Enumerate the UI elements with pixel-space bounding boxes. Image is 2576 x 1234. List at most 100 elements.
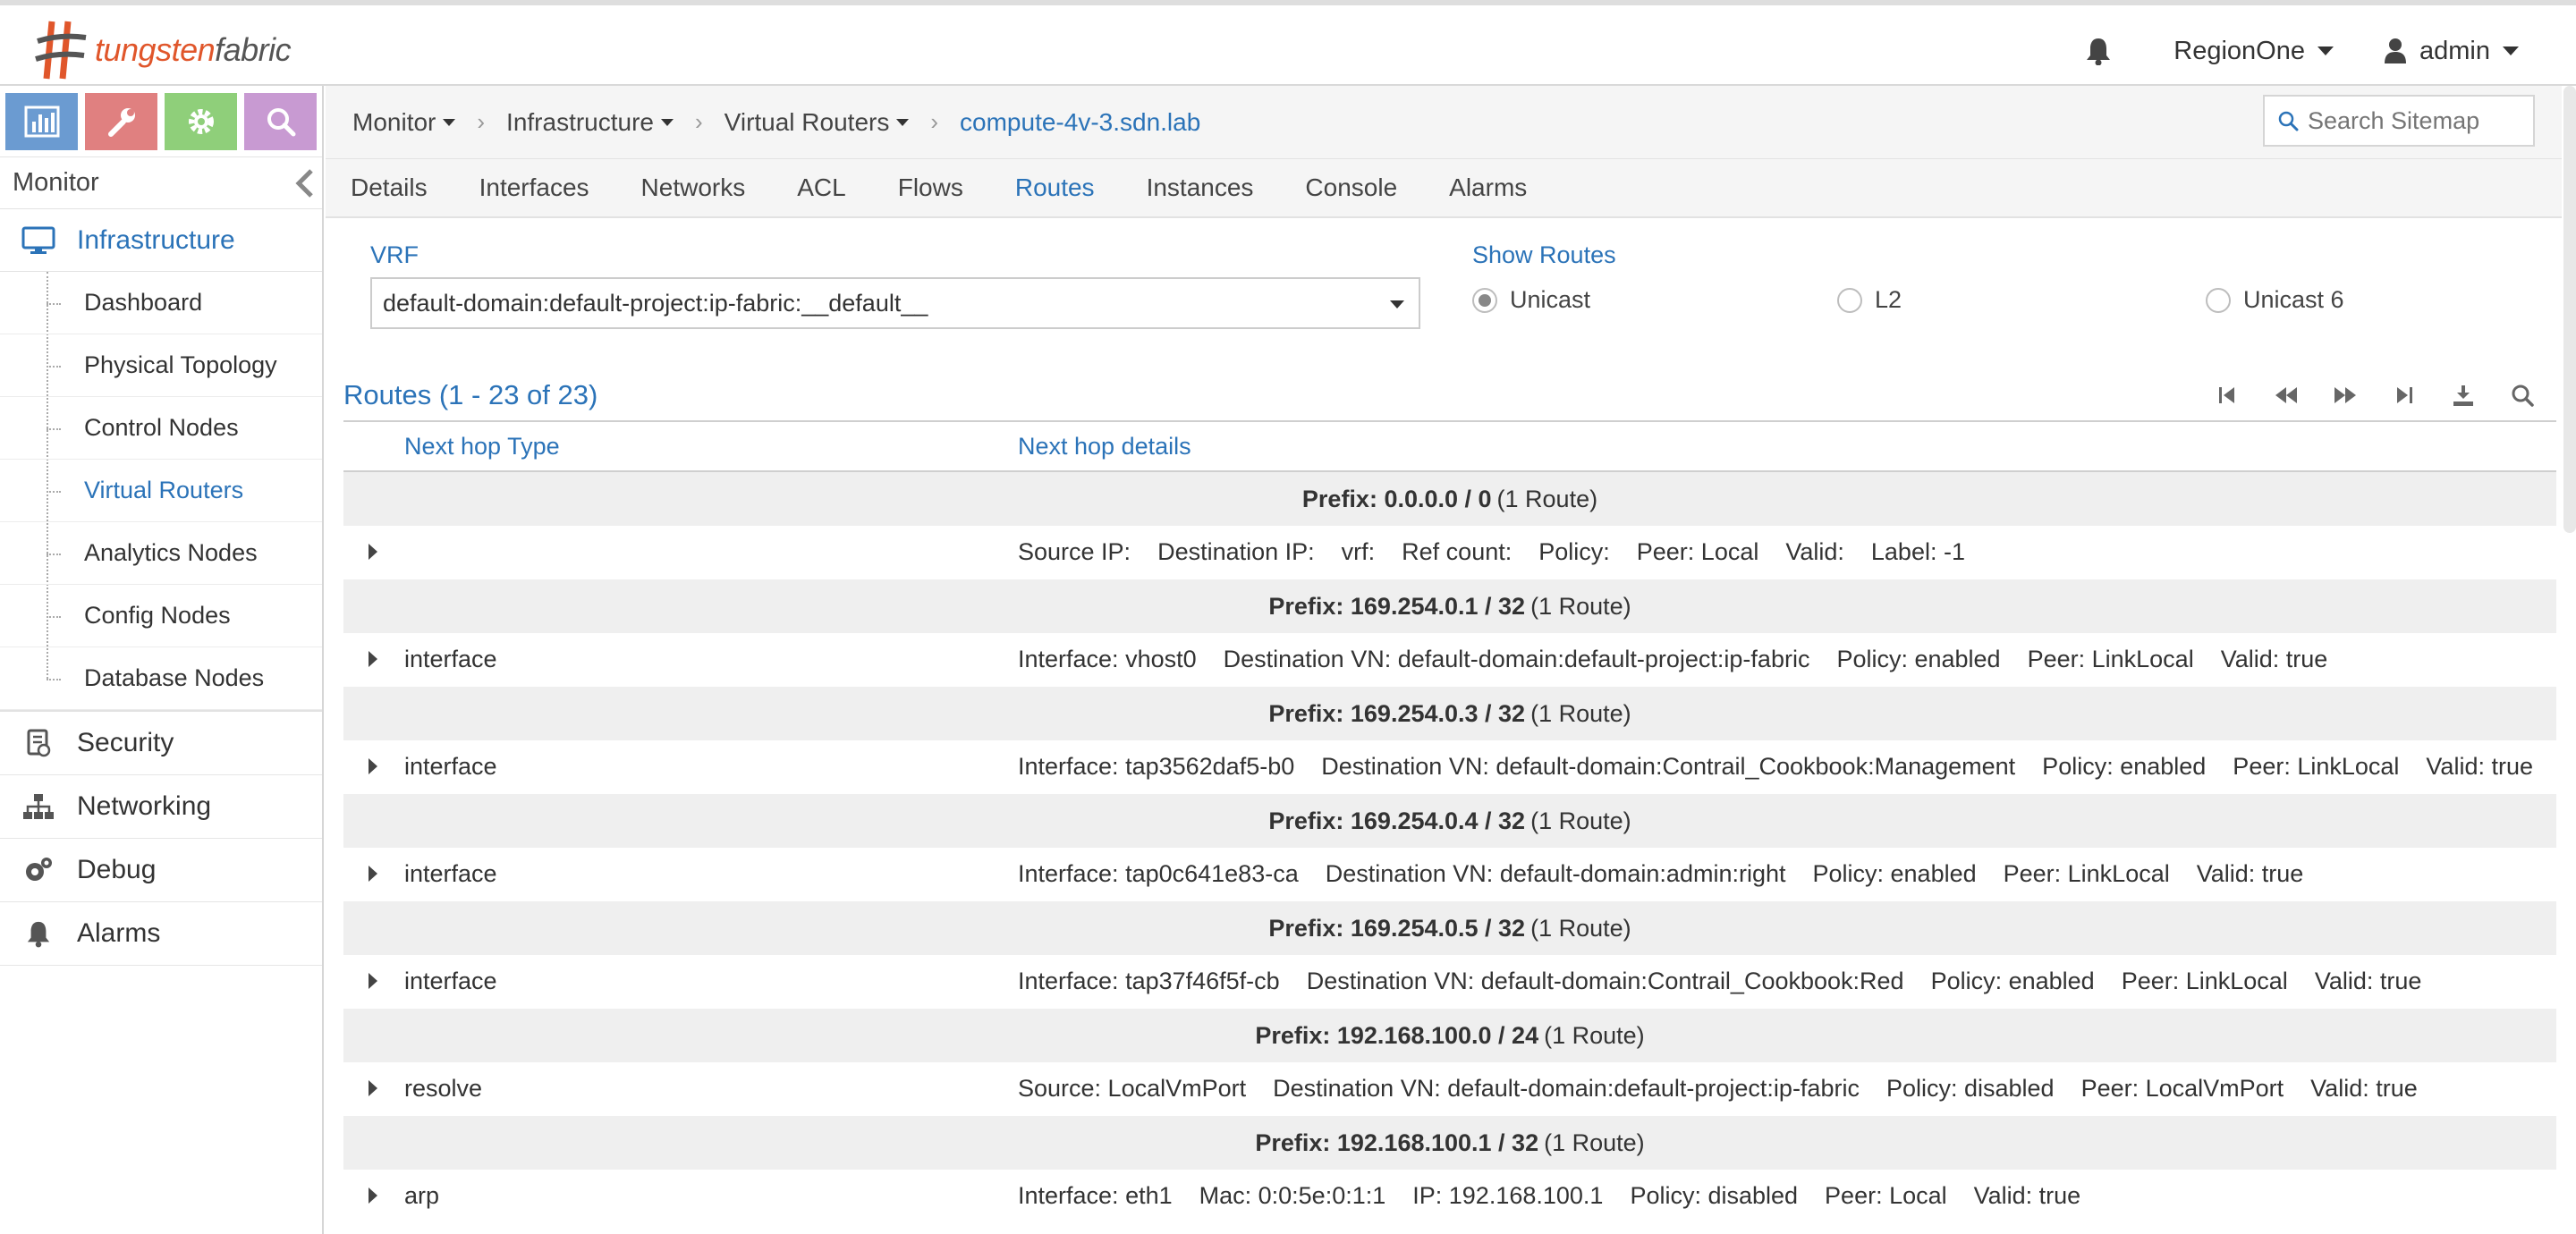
sidebar-item-security[interactable]: Security (0, 712, 322, 774)
tab-console[interactable]: Console (1305, 173, 1397, 202)
next-hop-type: interface (404, 860, 497, 887)
configure-module-button[interactable] (85, 93, 157, 150)
table-row[interactable]: interface Interface: tap37f46f5f-cb Desti… (343, 955, 2556, 1009)
last-page-icon[interactable] (2388, 379, 2420, 411)
radio-l2[interactable]: L2 (1837, 286, 1902, 314)
sidebar-item-control-nodes[interactable]: Control Nodes (0, 397, 322, 460)
prefix-label: Prefix: 0.0.0.0 / 0 (1301, 485, 1492, 512)
expand-row-icon[interactable] (369, 651, 377, 667)
radio-label: Unicast 6 (2243, 286, 2344, 313)
first-page-icon[interactable] (2211, 379, 2243, 411)
route-count: (1 Route) (1530, 699, 1631, 727)
breadcrumb-monitor[interactable]: Monitor (352, 108, 456, 137)
sidebar-item-config-nodes[interactable]: Config Nodes (0, 585, 322, 647)
table-row[interactable]: arp Interface: eth1 Mac: 0:0:5e:0:1:1 IP:… (343, 1170, 2556, 1223)
page-scrollbar[interactable] (2563, 86, 2576, 533)
prefix-group-row: Prefix: 192.168.100.0 / 24 (1 Route) (343, 1009, 2556, 1062)
vrf-select[interactable]: default-domain:default-project:ip-fabric… (370, 277, 1420, 329)
settings-module-button[interactable] (165, 93, 237, 150)
alarms-bell-icon (20, 919, 57, 948)
breadcrumb-current-node[interactable]: compute-4v-3.sdn.lab (960, 108, 1200, 137)
chevron-down-icon (896, 118, 910, 126)
route-filters: VRF default-domain:default-project:ip-fa… (326, 218, 2562, 370)
monitor-screen-icon (20, 226, 57, 255)
tab-routes[interactable]: Routes (1015, 173, 1095, 202)
tab-networks[interactable]: Networks (641, 173, 746, 202)
region-dropdown[interactable]: RegionOne (2174, 37, 2334, 66)
user-menu[interactable]: admin (2384, 37, 2519, 66)
expand-row-icon[interactable] (369, 544, 377, 560)
top-bar: tungstenfabric RegionOne admin (0, 0, 2576, 86)
search-icon[interactable] (2506, 379, 2538, 411)
radio-unicast6[interactable]: Unicast 6 (2206, 286, 2344, 314)
route-count: (1 Route) (1530, 914, 1631, 942)
table-row[interactable]: Source IP: Destination IP: vrf: Ref coun… (343, 526, 2556, 579)
sidebar-item-alarms[interactable]: Alarms (0, 902, 322, 965)
next-page-icon[interactable] (2329, 379, 2361, 411)
table-row[interactable]: interface Interface: vhost0 Destination V… (343, 633, 2556, 687)
sidebar-item-analytics-nodes[interactable]: Analytics Nodes (0, 522, 322, 585)
column-header-next-hop-type[interactable]: Next hop Type (404, 433, 560, 461)
breadcrumb-separator: › (930, 108, 939, 135)
expand-row-icon[interactable] (369, 973, 377, 989)
sidebar-item-label: Infrastructure (77, 224, 235, 255)
chevron-down-icon (661, 118, 674, 126)
search-sitemap-input[interactable] (2308, 106, 2522, 135)
vrf-selected-value: default-domain:default-project:ip-fabric… (383, 289, 928, 317)
expand-row-icon[interactable] (369, 1188, 377, 1204)
routes-grid-header: Routes (1 - 23 of 23) (343, 370, 2556, 422)
routes-grid-title: Routes (1 - 23 of 23) (343, 379, 598, 410)
main-content: Monitor › Infrastructure › Virtual Route… (326, 86, 2562, 1234)
gear-icon (188, 109, 214, 134)
tab-instances[interactable]: Instances (1147, 173, 1254, 202)
sidebar-item-label: Debug (77, 855, 157, 884)
expand-row-icon[interactable] (369, 758, 377, 774)
tab-details[interactable]: Details (351, 173, 428, 202)
query-module-button[interactable] (244, 93, 317, 150)
sidebar-item-dashboard[interactable]: Dashboard (0, 272, 322, 334)
radio-button-selected[interactable] (1472, 287, 1497, 313)
routes-table-body: Prefix: 0.0.0.0 / 0 (1 Route) Source IP: … (343, 472, 2556, 1223)
chevron-down-icon (443, 118, 456, 126)
radio-button[interactable] (2206, 287, 2231, 313)
sidebar-item-debug[interactable]: Debug (0, 839, 322, 901)
search-sitemap[interactable] (2263, 95, 2535, 147)
prefix-group-row: Prefix: 0.0.0.0 / 0 (1 Route) (343, 472, 2556, 526)
next-hop-details: Source: LocalVmPort Destination VN: defa… (1018, 1075, 2418, 1102)
breadcrumb-virtual-routers[interactable]: Virtual Routers (724, 108, 910, 137)
expand-row-icon[interactable] (369, 866, 377, 882)
route-count: (1 Route) (1530, 592, 1631, 620)
tab-flows[interactable]: Flows (898, 173, 963, 202)
download-icon[interactable] (2447, 379, 2479, 411)
prefix-group-row: Prefix: 169.254.0.5 / 32 (1 Route) (343, 901, 2556, 955)
radio-button[interactable] (1837, 287, 1862, 313)
breadcrumb: Monitor › Infrastructure › Virtual Route… (326, 86, 2562, 159)
column-header-next-hop-details[interactable]: Next hop details (1018, 433, 1191, 461)
table-row[interactable]: interface Interface: tap3562daf5-b0 Desti… (343, 740, 2556, 794)
sidebar-item-physical-topology[interactable]: Physical Topology (0, 334, 322, 397)
search-icon (2278, 111, 2299, 131)
sidebar-item-infrastructure[interactable]: Infrastructure (0, 209, 322, 272)
tab-acl[interactable]: ACL (797, 173, 845, 202)
table-row[interactable]: resolve Source: LocalVmPort Destination V… (343, 1062, 2556, 1116)
next-hop-details: Interface: tap0c641e83-ca Destination VN… (1018, 860, 2304, 887)
tab-interfaces[interactable]: Interfaces (479, 173, 589, 202)
sidebar-item-virtual-routers[interactable]: Virtual Routers (0, 460, 322, 522)
prefix-group-row: Prefix: 169.254.0.4 / 32 (1 Route) (343, 794, 2556, 848)
radio-unicast[interactable]: Unicast (1472, 286, 1590, 314)
monitor-module-button[interactable] (5, 93, 78, 150)
next-hop-details: Source IP: Destination IP: vrf: Ref coun… (1018, 538, 1965, 565)
breadcrumb-infrastructure[interactable]: Infrastructure (506, 108, 674, 137)
sidebar-item-networking[interactable]: Networking (0, 775, 322, 838)
expand-row-icon[interactable] (369, 1080, 377, 1096)
collapse-sidebar-icon[interactable] (293, 167, 315, 199)
bar-chart-icon (24, 106, 59, 138)
tungsten-fabric-logo[interactable]: tungstenfabric (34, 14, 292, 86)
tab-alarms[interactable]: Alarms (1449, 173, 1527, 202)
previous-page-icon[interactable] (2270, 379, 2302, 411)
sidebar-item-database-nodes[interactable]: Database Nodes (0, 647, 322, 710)
table-row[interactable]: interface Interface: tap0c641e83-ca Desti… (343, 848, 2556, 901)
chevron-down-icon (1390, 300, 1404, 308)
chevron-down-icon (2503, 46, 2519, 55)
notifications-bell-icon[interactable] (2072, 37, 2125, 65)
